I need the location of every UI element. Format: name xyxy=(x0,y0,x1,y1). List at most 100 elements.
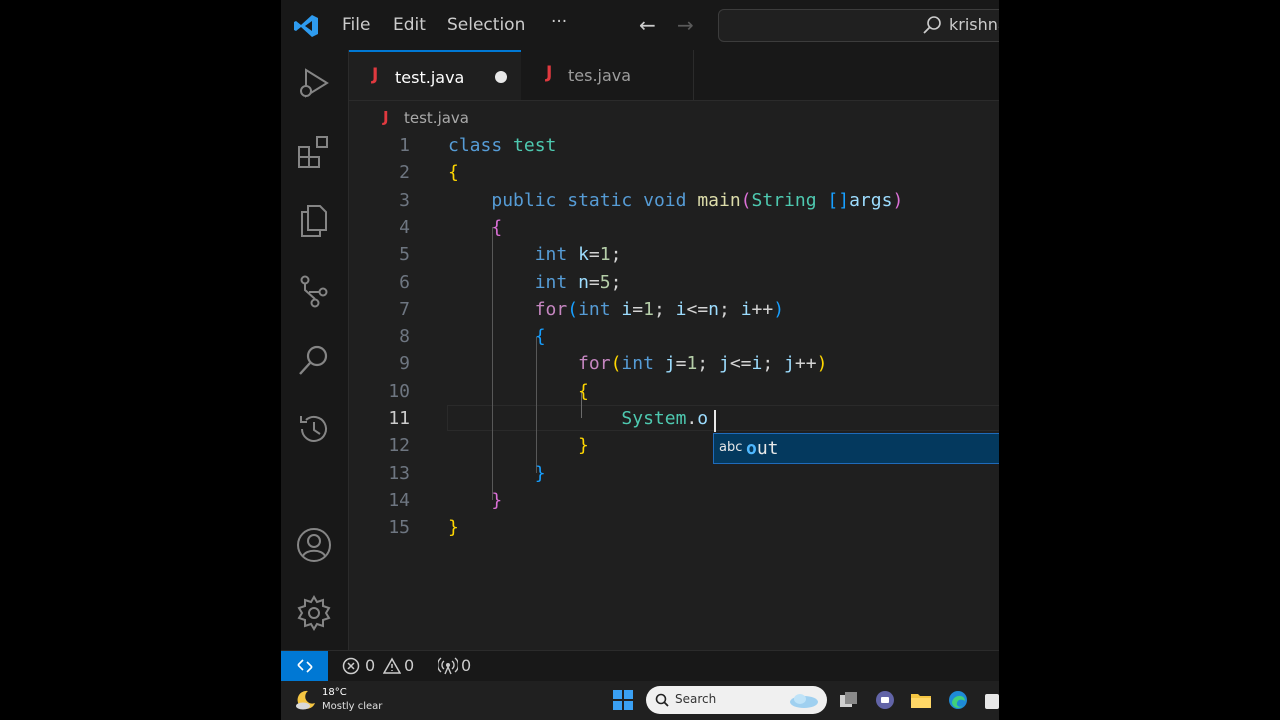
remote-indicator[interactable] xyxy=(281,651,328,681)
java-file-icon: J xyxy=(372,65,379,85)
edge-browser-icon[interactable] xyxy=(948,690,968,710)
code-text: System.o xyxy=(621,408,709,429)
menu-selection[interactable]: Selection xyxy=(447,15,525,35)
suggest-widget[interactable]: abc out xyxy=(713,433,999,464)
ports-count[interactable]: 0 xyxy=(461,656,471,675)
line-number: 7 xyxy=(399,298,410,320)
code-line[interactable]: 10 { xyxy=(349,378,999,405)
source-control-icon[interactable] xyxy=(295,272,333,310)
suggestion-match: o xyxy=(746,438,757,459)
search-highlight-icon xyxy=(790,694,818,708)
code-line[interactable]: 8 { xyxy=(349,323,999,350)
warning-count[interactable]: 0 xyxy=(404,656,414,675)
forward-arrow-icon[interactable]: → xyxy=(677,13,694,37)
back-arrow-icon[interactable]: ← xyxy=(639,13,656,37)
settings-gear-icon[interactable] xyxy=(295,594,333,632)
line-number: 13 xyxy=(388,462,410,484)
suggestion-out[interactable]: out xyxy=(746,438,779,459)
error-count[interactable]: 0 xyxy=(365,656,375,675)
activity-bar xyxy=(281,50,349,650)
weather-description: Mostly clear xyxy=(322,701,383,712)
text-cursor xyxy=(714,410,716,432)
code-line[interactable]: 7 for(int i=1; i<=n; i++) xyxy=(349,296,999,323)
teams-chat-icon[interactable] xyxy=(875,690,895,710)
tab-label: tes.java xyxy=(568,66,632,85)
editor-tab-bar: J test.java J tes.java xyxy=(349,50,999,101)
extensions-icon[interactable] xyxy=(295,133,333,171)
text-suggestion-icon: abc xyxy=(719,440,743,455)
menu-more[interactable]: ··· xyxy=(551,12,567,32)
line-number: 11 xyxy=(388,408,410,429)
line-number: 1 xyxy=(399,135,410,156)
breadcrumb-file[interactable]: test.java xyxy=(404,109,469,127)
code-text: { xyxy=(578,380,589,402)
code-line[interactable]: 9 for(int j=1; j<=i; j++) xyxy=(349,350,999,377)
warning-icon[interactable] xyxy=(383,657,401,675)
file-explorer-icon[interactable] xyxy=(910,691,932,709)
line-number: 4 xyxy=(399,216,410,238)
tab-tes-java[interactable]: J tes.java xyxy=(522,50,694,100)
title-bar: File Edit Selection ··· ← → krishna xyxy=(281,0,999,50)
code-text: } xyxy=(534,462,546,484)
run-debug-icon[interactable] xyxy=(295,64,333,102)
vscode-window: File Edit Selection ··· ← → krishna xyxy=(281,0,999,720)
code-text: for(int j=1; j<=i; j++) xyxy=(578,353,828,375)
java-file-icon: J xyxy=(546,63,553,83)
task-view-icon[interactable] xyxy=(839,691,859,709)
remote-icon xyxy=(297,659,313,673)
search-icon xyxy=(923,16,941,34)
error-icon[interactable] xyxy=(342,657,360,675)
explorer-icon[interactable] xyxy=(295,202,333,240)
line-number: 2 xyxy=(399,162,410,184)
ports-broadcast-icon[interactable] xyxy=(438,656,458,676)
line-number: 5 xyxy=(399,244,410,266)
search-icon xyxy=(655,693,669,707)
vscode-logo-icon[interactable] xyxy=(293,13,319,39)
code-line[interactable]: 3 public static void main(String []args) xyxy=(349,187,999,214)
line-number: 6 xyxy=(399,271,410,293)
account-icon[interactable] xyxy=(295,526,333,564)
line-number: 9 xyxy=(399,353,410,375)
store-icon[interactable] xyxy=(985,690,999,710)
line-number: 15 xyxy=(388,517,410,539)
menu-edit[interactable]: Edit xyxy=(393,15,426,35)
code-line[interactable]: 5 int k=1; xyxy=(349,241,999,268)
status-bar: 0 0 0 xyxy=(281,650,999,681)
unsaved-dot-icon[interactable] xyxy=(495,71,507,83)
command-center-text: krishna xyxy=(949,15,999,34)
code-text: { xyxy=(491,216,503,238)
weather-moon-icon[interactable] xyxy=(294,688,318,712)
line-number: 3 xyxy=(399,189,410,211)
windows-start-icon[interactable] xyxy=(613,690,633,710)
code-text: { xyxy=(534,326,546,348)
code-text: } xyxy=(491,489,503,511)
weather-temperature: 18°C xyxy=(322,687,347,698)
breadcrumb: J test.java xyxy=(349,101,999,135)
code-line[interactable]: 14 } xyxy=(349,487,999,514)
windows-taskbar: 18°C Mostly clear Search xyxy=(281,681,999,720)
code-line[interactable]: 6 int n=5; xyxy=(349,269,999,296)
code-line[interactable]: 1 class test xyxy=(349,132,999,159)
line-number: 12 xyxy=(388,435,410,457)
search-view-icon[interactable] xyxy=(295,341,333,379)
line-number: 8 xyxy=(399,326,410,348)
code-line[interactable]: 11 System.o xyxy=(349,405,999,432)
code-text: } xyxy=(448,517,459,539)
code-text: } xyxy=(578,435,589,457)
code-line[interactable]: 2{ xyxy=(349,159,999,186)
code-editor[interactable]: 1 class test 2{3 public static void main(S… xyxy=(349,132,999,650)
code-text: { xyxy=(448,162,459,184)
code-line[interactable]: 15} xyxy=(349,514,999,541)
taskbar-search-box[interactable]: Search xyxy=(646,686,827,714)
code-text: class test xyxy=(448,135,557,156)
line-number: 14 xyxy=(388,489,410,511)
code-text: int n=5; xyxy=(534,271,622,293)
timeline-icon[interactable] xyxy=(295,410,333,448)
menu-file[interactable]: File xyxy=(342,15,370,35)
line-number: 10 xyxy=(388,380,410,402)
code-text: int k=1; xyxy=(534,244,622,266)
code-line[interactable]: 4 { xyxy=(349,214,999,241)
code-text: public static void main(String []args) xyxy=(491,189,904,211)
java-file-icon: J xyxy=(383,108,389,126)
tab-test-java[interactable]: J test.java xyxy=(349,50,521,100)
